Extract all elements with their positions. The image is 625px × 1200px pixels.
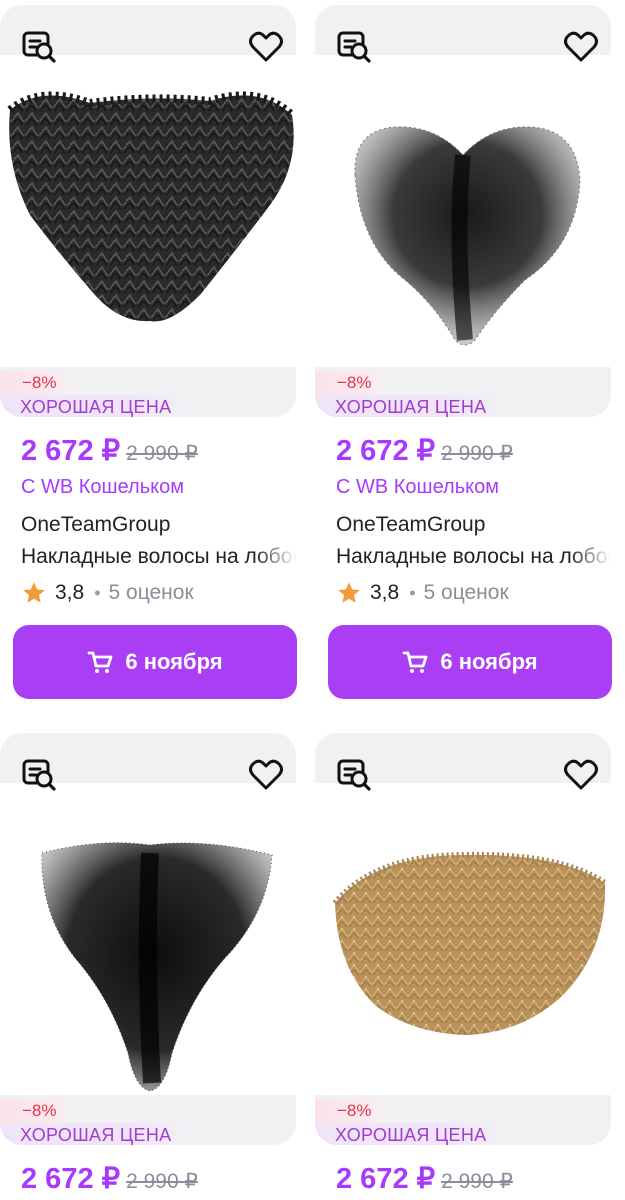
rating-value: 3,8 xyxy=(370,581,400,604)
price-row: 2 672 ₽2 990 ₽ xyxy=(336,1161,513,1196)
current-price: 2 672 ₽ xyxy=(21,435,121,467)
current-price: 2 672 ₽ xyxy=(21,1163,121,1195)
old-price: 2 990 ₽ xyxy=(441,442,513,465)
product-image[interactable]: −8% ХОРОШАЯ ЦЕНА xyxy=(0,5,296,417)
good-price-badge: ХОРОШАЯ ЦЕНА xyxy=(315,1123,501,1145)
price-row: 2 672 ₽2 990 ₽ xyxy=(336,433,513,468)
price-row: 2 672 ₽2 990 ₽ xyxy=(21,1161,198,1196)
image-search-icon[interactable] xyxy=(335,755,375,795)
heart-icon[interactable] xyxy=(246,27,286,67)
product-name[interactable]: Накладные волосы на лобок xyxy=(336,545,611,569)
rating-value: 3,8 xyxy=(55,581,85,604)
rating-row: 3,8 • 5 оценок xyxy=(336,580,509,606)
product-image[interactable]: −8% ХОРОШАЯ ЦЕНА xyxy=(315,5,611,417)
heart-icon[interactable] xyxy=(246,755,286,795)
product-card[interactable]: −8% ХОРОШАЯ ЦЕНА 2 672 ₽2 990 ₽ С WB Кош… xyxy=(315,5,612,699)
product-image[interactable]: −8% ХОРОШАЯ ЦЕНА xyxy=(0,733,296,1145)
cart-icon xyxy=(87,651,113,673)
delivery-date: 6 ноября xyxy=(440,649,538,674)
heart-icon[interactable] xyxy=(561,27,601,67)
product-photo xyxy=(315,55,611,367)
product-card[interactable]: −8% ХОРОШАЯ ЦЕНА 2 672 ₽2 990 ₽ xyxy=(0,733,296,1195)
image-search-icon[interactable] xyxy=(20,755,60,795)
add-to-cart-button[interactable]: 6 ноября xyxy=(328,625,612,699)
product-photo xyxy=(0,55,296,367)
old-price: 2 990 ₽ xyxy=(126,1170,198,1193)
product-card[interactable]: −8% ХОРОШАЯ ЦЕНА 2 672 ₽2 990 ₽ xyxy=(315,733,611,1195)
image-search-icon[interactable] xyxy=(335,27,375,67)
price-row: 2 672 ₽2 990 ₽ xyxy=(21,433,198,468)
product-image[interactable]: −8% ХОРОШАЯ ЦЕНА xyxy=(315,733,611,1145)
star-icon xyxy=(23,582,45,603)
discount-badge: −8% xyxy=(315,371,386,395)
current-price: 2 672 ₽ xyxy=(336,435,436,467)
discount-badge: −8% xyxy=(0,1099,71,1123)
reviews-count: 5 оценок xyxy=(423,581,509,604)
current-price: 2 672 ₽ xyxy=(336,1163,436,1195)
old-price: 2 990 ₽ xyxy=(441,1170,513,1193)
product-name[interactable]: Накладные волосы на лобок xyxy=(21,545,296,569)
good-price-badge: ХОРОШАЯ ЦЕНА xyxy=(315,395,501,417)
rating-row: 3,8 • 5 оценок xyxy=(21,580,194,606)
cart-icon xyxy=(402,651,428,673)
brand-name: OneTeamGroup xyxy=(336,513,486,536)
wallet-label: С WB Кошельком xyxy=(21,476,184,498)
star-icon xyxy=(338,582,360,603)
wallet-label: С WB Кошельком xyxy=(336,476,499,498)
reviews-count: 5 оценок xyxy=(108,581,194,604)
discount-badge: −8% xyxy=(0,371,71,395)
product-photo xyxy=(315,783,611,1095)
old-price: 2 990 ₽ xyxy=(126,442,198,465)
product-photo xyxy=(0,783,296,1095)
separator-dot: • xyxy=(94,582,101,603)
heart-icon[interactable] xyxy=(561,755,601,795)
product-card[interactable]: −8% ХОРОШАЯ ЦЕНА 2 672 ₽2 990 ₽ С WB Кош… xyxy=(0,5,297,699)
image-search-icon[interactable] xyxy=(20,27,60,67)
discount-badge: −8% xyxy=(315,1099,386,1123)
separator-dot: • xyxy=(409,582,416,603)
good-price-badge: ХОРОШАЯ ЦЕНА xyxy=(0,1123,186,1145)
good-price-badge: ХОРОШАЯ ЦЕНА xyxy=(0,395,186,417)
delivery-date: 6 ноября xyxy=(125,649,223,674)
brand-name: OneTeamGroup xyxy=(21,513,171,536)
add-to-cart-button[interactable]: 6 ноября xyxy=(13,625,297,699)
